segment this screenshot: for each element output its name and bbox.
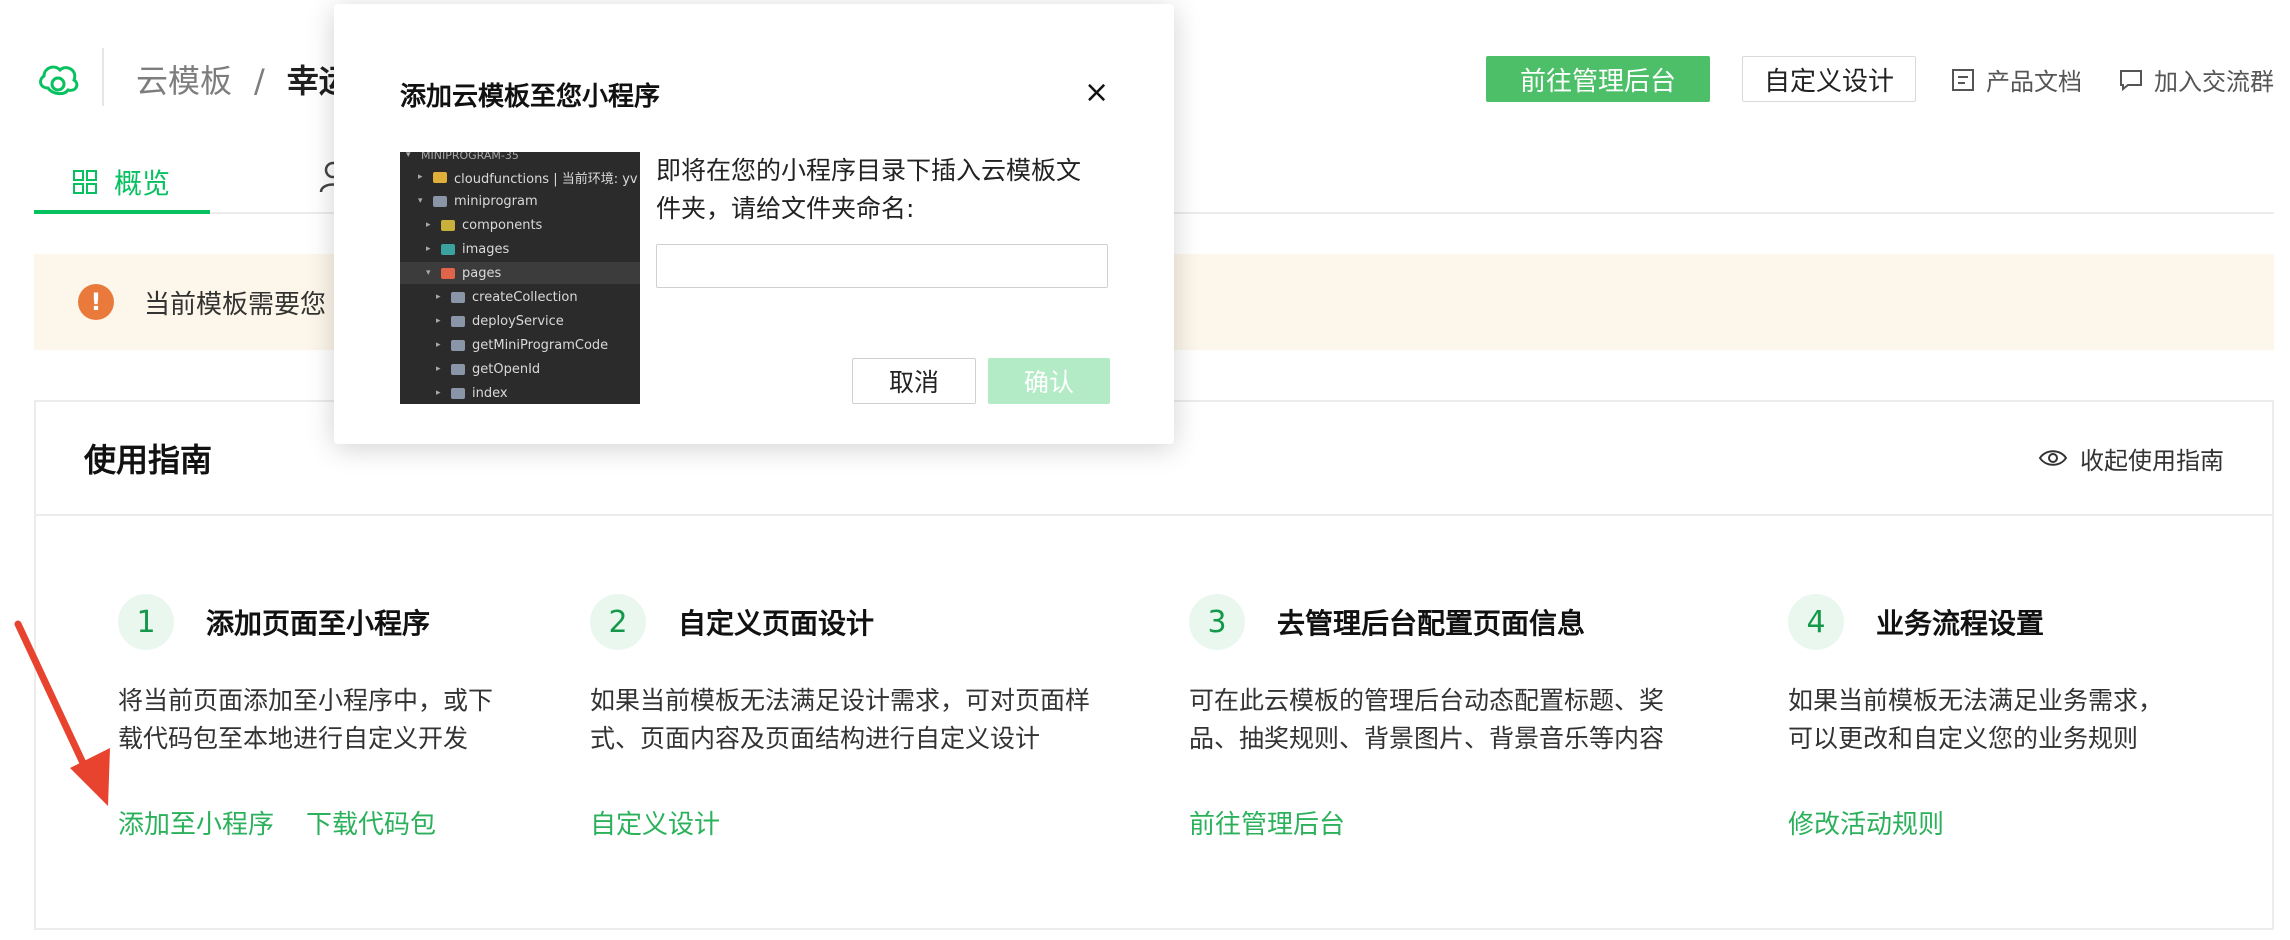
tree-item: ▾ pages xyxy=(400,262,640,284)
step-links: 添加至小程序 下载代码包 xyxy=(118,804,436,841)
step-description-line: 可以更改和自定义您的业务规则 xyxy=(1788,724,2139,753)
breadcrumb-root[interactable]: 云模板 xyxy=(136,62,232,100)
document-icon xyxy=(1952,68,1974,91)
step-number: 1 xyxy=(118,594,174,650)
dialog-description-line: 即将在您的小程序目录下插入云模板文 xyxy=(656,156,1082,185)
docs-link-label: 产品文档 xyxy=(1986,68,2082,96)
folder-name-input[interactable] xyxy=(656,244,1108,288)
goto-admin-button[interactable]: 前往管理后台 xyxy=(1486,56,1710,102)
step-description-line: 式、页面内容及页面结构进行自定义设计 xyxy=(590,724,1041,753)
step-description-line: 载代码包至本地进行自定义开发 xyxy=(118,724,469,753)
red-arrow-annotation-icon xyxy=(14,620,110,806)
step-description-line: 可在此云模板的管理后台动态配置标题、奖 xyxy=(1189,686,1665,715)
tree-item: ▸ deployService xyxy=(436,313,564,329)
step-description: 将当前页面添加至小程序中，或下 载代码包至本地进行自定义开发 xyxy=(118,682,638,758)
tree-item: ▾ MINIPROGRAM-35 xyxy=(406,152,519,162)
step-title: 添加页面至小程序 xyxy=(206,607,431,640)
add-template-dialog: 添加云模板至您小程序 × ▾ MINIPROGRAM-35 ▸ cloudfunct… xyxy=(334,4,1174,444)
tab-overview-label: 概览 xyxy=(114,167,171,200)
tree-item: ▸ components xyxy=(426,217,543,233)
dialog-description: 即将在您的小程序目录下插入云模板文 件夹，请给文件夹命名: xyxy=(656,152,1116,228)
collapse-guide-label: 收起使用指南 xyxy=(2080,446,2224,475)
step-description-line: 品、抽奖规则、背景图片、背景音乐等内容 xyxy=(1189,724,1665,753)
step-links: 前往管理后台 xyxy=(1189,804,1345,841)
guide-title: 使用指南 xyxy=(84,441,213,479)
header-divider xyxy=(102,48,104,106)
step-description-line: 如果当前模板无法满足设计需求，可对页面样 xyxy=(590,686,1091,715)
step-description-line: 如果当前模板无法满足业务需求， xyxy=(1788,686,2164,715)
guide-step-2: 2 自定义页面设计 如果当前模板无法满足设计需求，可对页面样 式、页面内容及页面… xyxy=(590,592,1110,840)
step-title: 去管理后台配置页面信息 xyxy=(1277,607,1586,640)
add-to-miniprogram-link[interactable]: 添加至小程序 xyxy=(118,804,274,841)
grid-icon xyxy=(73,170,97,194)
cloud-logo-icon xyxy=(39,65,79,96)
step-description: 可在此云模板的管理后台动态配置标题、奖 品、抽奖规则、背景图片、背景音乐等内容 xyxy=(1189,682,1709,758)
dialog-title: 添加云模板至您小程序 xyxy=(400,82,661,112)
collapse-guide-button[interactable]: 收起使用指南 xyxy=(2038,441,2224,476)
download-code-link[interactable]: 下载代码包 xyxy=(306,804,436,841)
join-group-label: 加入交流群 xyxy=(2154,68,2274,96)
step-description: 如果当前模板无法满足业务需求， 可以更改和自定义您的业务规则 xyxy=(1788,682,2290,758)
step-links: 自定义设计 xyxy=(590,804,720,841)
cancel-button[interactable]: 取消 xyxy=(852,358,976,404)
step-description-line: 将当前页面添加至小程序中，或下 xyxy=(118,686,494,715)
notice-text: 当前模板需要您 xyxy=(144,289,327,320)
step-number: 4 xyxy=(1788,594,1844,650)
step-description: 如果当前模板无法满足设计需求，可对页面样 式、页面内容及页面结构进行自定义设计 xyxy=(590,682,1110,758)
warning-icon: ! xyxy=(78,284,114,320)
breadcrumb: 云模板 / 幸运 xyxy=(136,56,351,102)
tree-item: ▸ createCollection xyxy=(436,289,578,305)
breadcrumb-separator: / xyxy=(254,62,265,100)
guide-step-3: 3 去管理后台配置页面信息 可在此云模板的管理后台动态配置标题、奖 品、抽奖规则… xyxy=(1189,592,1709,840)
step-title: 业务流程设置 xyxy=(1876,607,2045,640)
close-icon[interactable]: × xyxy=(1084,78,1109,108)
usage-guide-card: 使用指南 收起使用指南 1 添加页面至小程序 将当前页面添加至小程序中，或下 载… xyxy=(34,400,2274,930)
custom-design-link[interactable]: 自定义设计 xyxy=(590,804,720,841)
step-number: 2 xyxy=(590,594,646,650)
step-title: 自定义页面设计 xyxy=(678,607,875,640)
guide-step-1: 1 添加页面至小程序 将当前页面添加至小程序中，或下 载代码包至本地进行自定义开… xyxy=(118,592,638,840)
file-tree-preview: ▾ MINIPROGRAM-35 ▸ cloudfunctions | 当前环境: … xyxy=(400,152,640,404)
tree-item: ▸ getOpenId xyxy=(436,361,541,377)
docs-link[interactable]: 产品文档 xyxy=(1950,62,2082,97)
dialog-description-line: 件夹，请给文件夹命名: xyxy=(656,194,915,223)
step-number: 3 xyxy=(1189,594,1245,650)
tree-item: ▸ index xyxy=(436,385,508,401)
modify-rules-link[interactable]: 修改活动规则 xyxy=(1788,804,1944,841)
step-links: 修改活动规则 xyxy=(1788,804,1944,841)
tree-item: ▸ getMiniProgramCode xyxy=(436,337,609,353)
join-group-link[interactable]: 加入交流群 xyxy=(2118,62,2274,97)
guide-step-4: 4 业务流程设置 如果当前模板无法满足业务需求， 可以更改和自定义您的业务规则 … xyxy=(1788,592,2290,840)
confirm-button[interactable]: 确认 xyxy=(988,358,1110,404)
custom-design-button[interactable]: 自定义设计 xyxy=(1742,56,1916,102)
tree-item: ▸ images xyxy=(426,241,510,257)
tree-item: ▸ cloudfunctions | 当前环境: yv xyxy=(418,171,638,187)
tab-overview[interactable]: 概览 xyxy=(34,154,210,214)
eye-icon xyxy=(2038,450,2068,466)
chat-bubble-icon xyxy=(2120,69,2142,91)
tree-item: ▾ miniprogram xyxy=(418,193,538,209)
goto-admin-link[interactable]: 前往管理后台 xyxy=(1189,804,1345,841)
